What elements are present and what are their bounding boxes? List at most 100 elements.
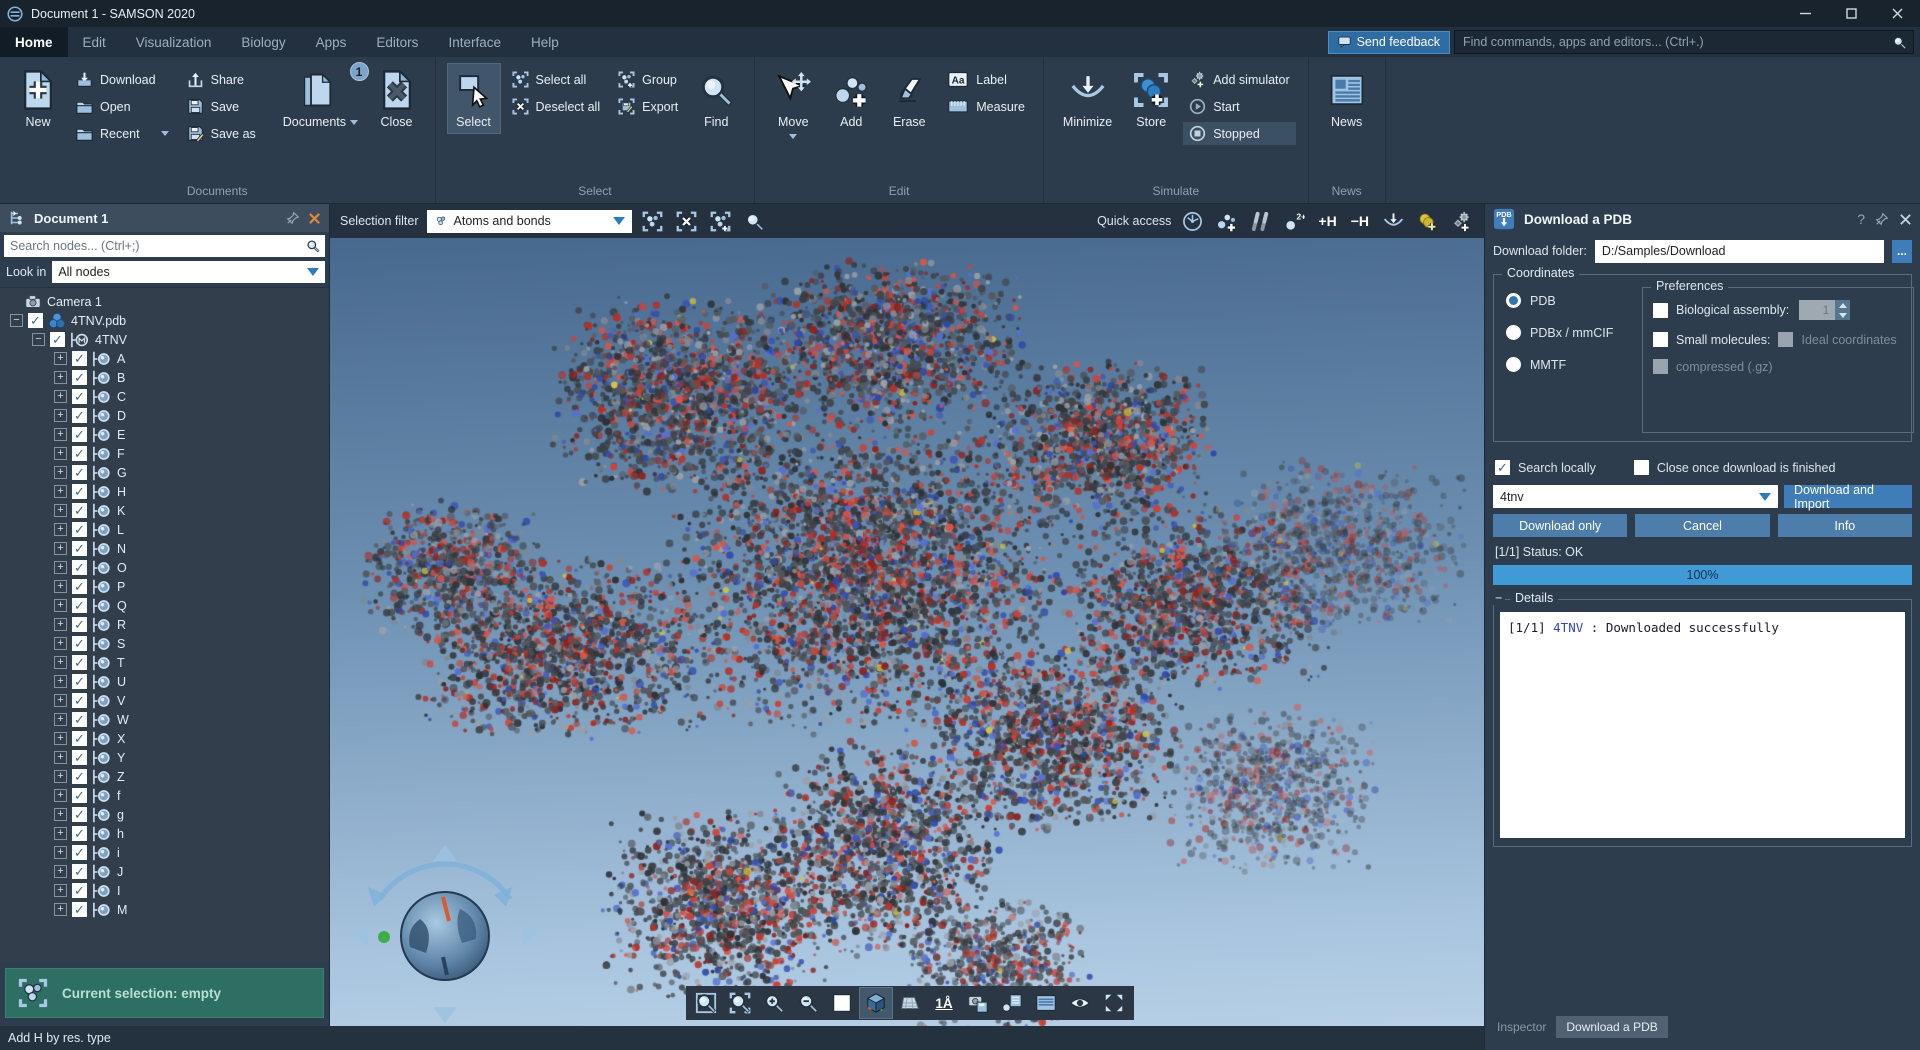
spinner-down-icon[interactable] (1835, 310, 1850, 320)
menu-item-home[interactable]: Home (0, 27, 68, 57)
tree-chain-W[interactable]: +W (0, 710, 329, 729)
chain-checkbox[interactable] (72, 370, 87, 385)
grid-button[interactable] (894, 988, 926, 1018)
expand-icon[interactable]: + (54, 447, 67, 460)
expand-icon[interactable]: + (54, 675, 67, 688)
zoom-selection-button[interactable] (742, 208, 768, 234)
tree-chain-H[interactable]: +H (0, 482, 329, 501)
pdb-code-combobox[interactable]: 4tnv (1493, 485, 1778, 508)
store-button[interactable]: Store (1125, 64, 1177, 133)
chain-checkbox[interactable] (72, 389, 87, 404)
tree-chain-S[interactable]: +S (0, 634, 329, 653)
chain-checkbox[interactable] (72, 902, 87, 917)
tree-pdb-file-row[interactable]: − 4TNV.pdb (0, 311, 329, 330)
selection-filter-select[interactable]: Atoms and bonds (427, 210, 632, 233)
tab-download-a-pdb[interactable]: Download a PDB (1556, 1016, 1667, 1038)
chain-checkbox[interactable] (72, 826, 87, 841)
help-icon[interactable]: ? (1857, 211, 1865, 227)
visibility-button[interactable] (1064, 988, 1096, 1018)
viewport-3d[interactable]: Selection filter Atoms and bonds Quick a… (330, 204, 1484, 1026)
viewport-settings-button[interactable] (1030, 988, 1062, 1018)
save-screenshot-button[interactable] (962, 988, 994, 1018)
menu-item-interface[interactable]: Interface (433, 27, 516, 57)
expand-icon[interactable]: + (54, 428, 67, 441)
expand-icon[interactable]: + (54, 713, 67, 726)
pdb-entry-link[interactable]: 4TNV (1553, 620, 1583, 635)
expand-icon[interactable]: + (54, 485, 67, 498)
expand-icon[interactable]: + (54, 504, 67, 517)
tab-inspector[interactable]: Inspector (1487, 1016, 1556, 1038)
tree-camera-row[interactable]: Camera 1 (0, 292, 329, 311)
tree-model-row[interactable]: − 4TNV (0, 330, 329, 349)
expand-icon[interactable]: + (54, 580, 67, 593)
documents-button[interactable]: 1 Documents (276, 64, 365, 133)
expand-icon[interactable]: + (54, 732, 67, 745)
close-panel-icon[interactable] (1899, 213, 1912, 226)
orientation-cube-button[interactable] (860, 988, 892, 1018)
menu-item-visualization[interactable]: Visualization (121, 27, 227, 57)
menu-item-edit[interactable]: Edit (68, 27, 121, 57)
tree-chain-Z[interactable]: +Z (0, 767, 329, 786)
expand-icon[interactable]: + (54, 694, 67, 707)
find-button[interactable]: Find (690, 64, 742, 133)
menu-item-editors[interactable]: Editors (361, 27, 433, 57)
expand-icon[interactable]: + (54, 352, 67, 365)
tree-chain-O[interactable]: +O (0, 558, 329, 577)
assembly-spinner[interactable]: 1 (1799, 300, 1850, 320)
tree-chain-C[interactable]: +C (0, 387, 329, 406)
deselect-all-button[interactable]: Deselect all (506, 95, 607, 118)
remove-hydrogens-button[interactable]: −H (1348, 208, 1372, 234)
move-button[interactable]: Move (767, 64, 819, 143)
start-button[interactable]: Start (1183, 95, 1295, 118)
tree-chain-U[interactable]: +U (0, 672, 329, 691)
tree-chain-B[interactable]: +B (0, 368, 329, 387)
expand-icon[interactable]: + (54, 656, 67, 669)
download-button[interactable]: Download (70, 68, 175, 91)
background-color-button[interactable] (826, 988, 858, 1018)
close-panel-icon[interactable] (308, 212, 321, 225)
presets-button[interactable] (1179, 208, 1205, 234)
chain-checkbox[interactable] (72, 408, 87, 423)
tree-chain-G[interactable]: +G (0, 463, 329, 482)
pin-icon[interactable] (1875, 212, 1889, 226)
navigation-gizmo[interactable] (340, 839, 540, 1026)
chain-checkbox[interactable] (72, 807, 87, 822)
chain-checkbox[interactable] (72, 769, 87, 784)
menu-item-biology[interactable]: Biology (226, 27, 300, 57)
fullscreen-button[interactable] (1098, 988, 1130, 1018)
chevron-down-icon[interactable] (789, 134, 797, 139)
expand-icon[interactable]: + (54, 751, 67, 764)
share-button[interactable]: Share (181, 68, 262, 91)
cancel-button[interactable]: Cancel (1635, 514, 1769, 537)
group-button[interactable]: Group (612, 68, 684, 91)
expand-icon[interactable]: + (54, 789, 67, 802)
tree-chain-V[interactable]: +V (0, 691, 329, 710)
expand-icon[interactable]: + (54, 846, 67, 859)
tree-chain-D[interactable]: +D (0, 406, 329, 425)
select-all-button[interactable]: Select all (506, 68, 607, 91)
expand-icon[interactable]: + (54, 409, 67, 422)
zoom-out-button[interactable] (792, 988, 824, 1018)
tree-chain-R[interactable]: +R (0, 615, 329, 634)
close-when-finished-checkbox[interactable] (1634, 460, 1649, 475)
spinner-up-icon[interactable] (1835, 300, 1850, 310)
expand-icon[interactable]: + (54, 808, 67, 821)
chain-checkbox[interactable] (72, 788, 87, 803)
menu-item-help[interactable]: Help (516, 27, 574, 57)
chain-checkbox[interactable] (72, 864, 87, 879)
expand-icon[interactable]: + (54, 561, 67, 574)
chain-checkbox[interactable] (72, 674, 87, 689)
chain-checkbox[interactable] (72, 598, 87, 613)
chain-checkbox[interactable] (72, 693, 87, 708)
expand-icon[interactable]: + (54, 770, 67, 783)
download-folder-input[interactable] (1595, 240, 1884, 263)
close-button[interactable]: Close (371, 64, 423, 133)
look-in-select[interactable]: All nodes (52, 261, 325, 283)
tree-chain-h[interactable]: +h (0, 824, 329, 843)
details-log[interactable]: [1/1] 4TNV : Downloaded successfully (1500, 612, 1905, 838)
expand-icon[interactable]: + (54, 523, 67, 536)
select-all-button[interactable] (640, 208, 666, 234)
send-feedback-button[interactable]: Send feedback (1328, 31, 1450, 54)
info-button[interactable]: Info (1778, 514, 1912, 537)
recent-button[interactable]: Recent (70, 122, 175, 145)
